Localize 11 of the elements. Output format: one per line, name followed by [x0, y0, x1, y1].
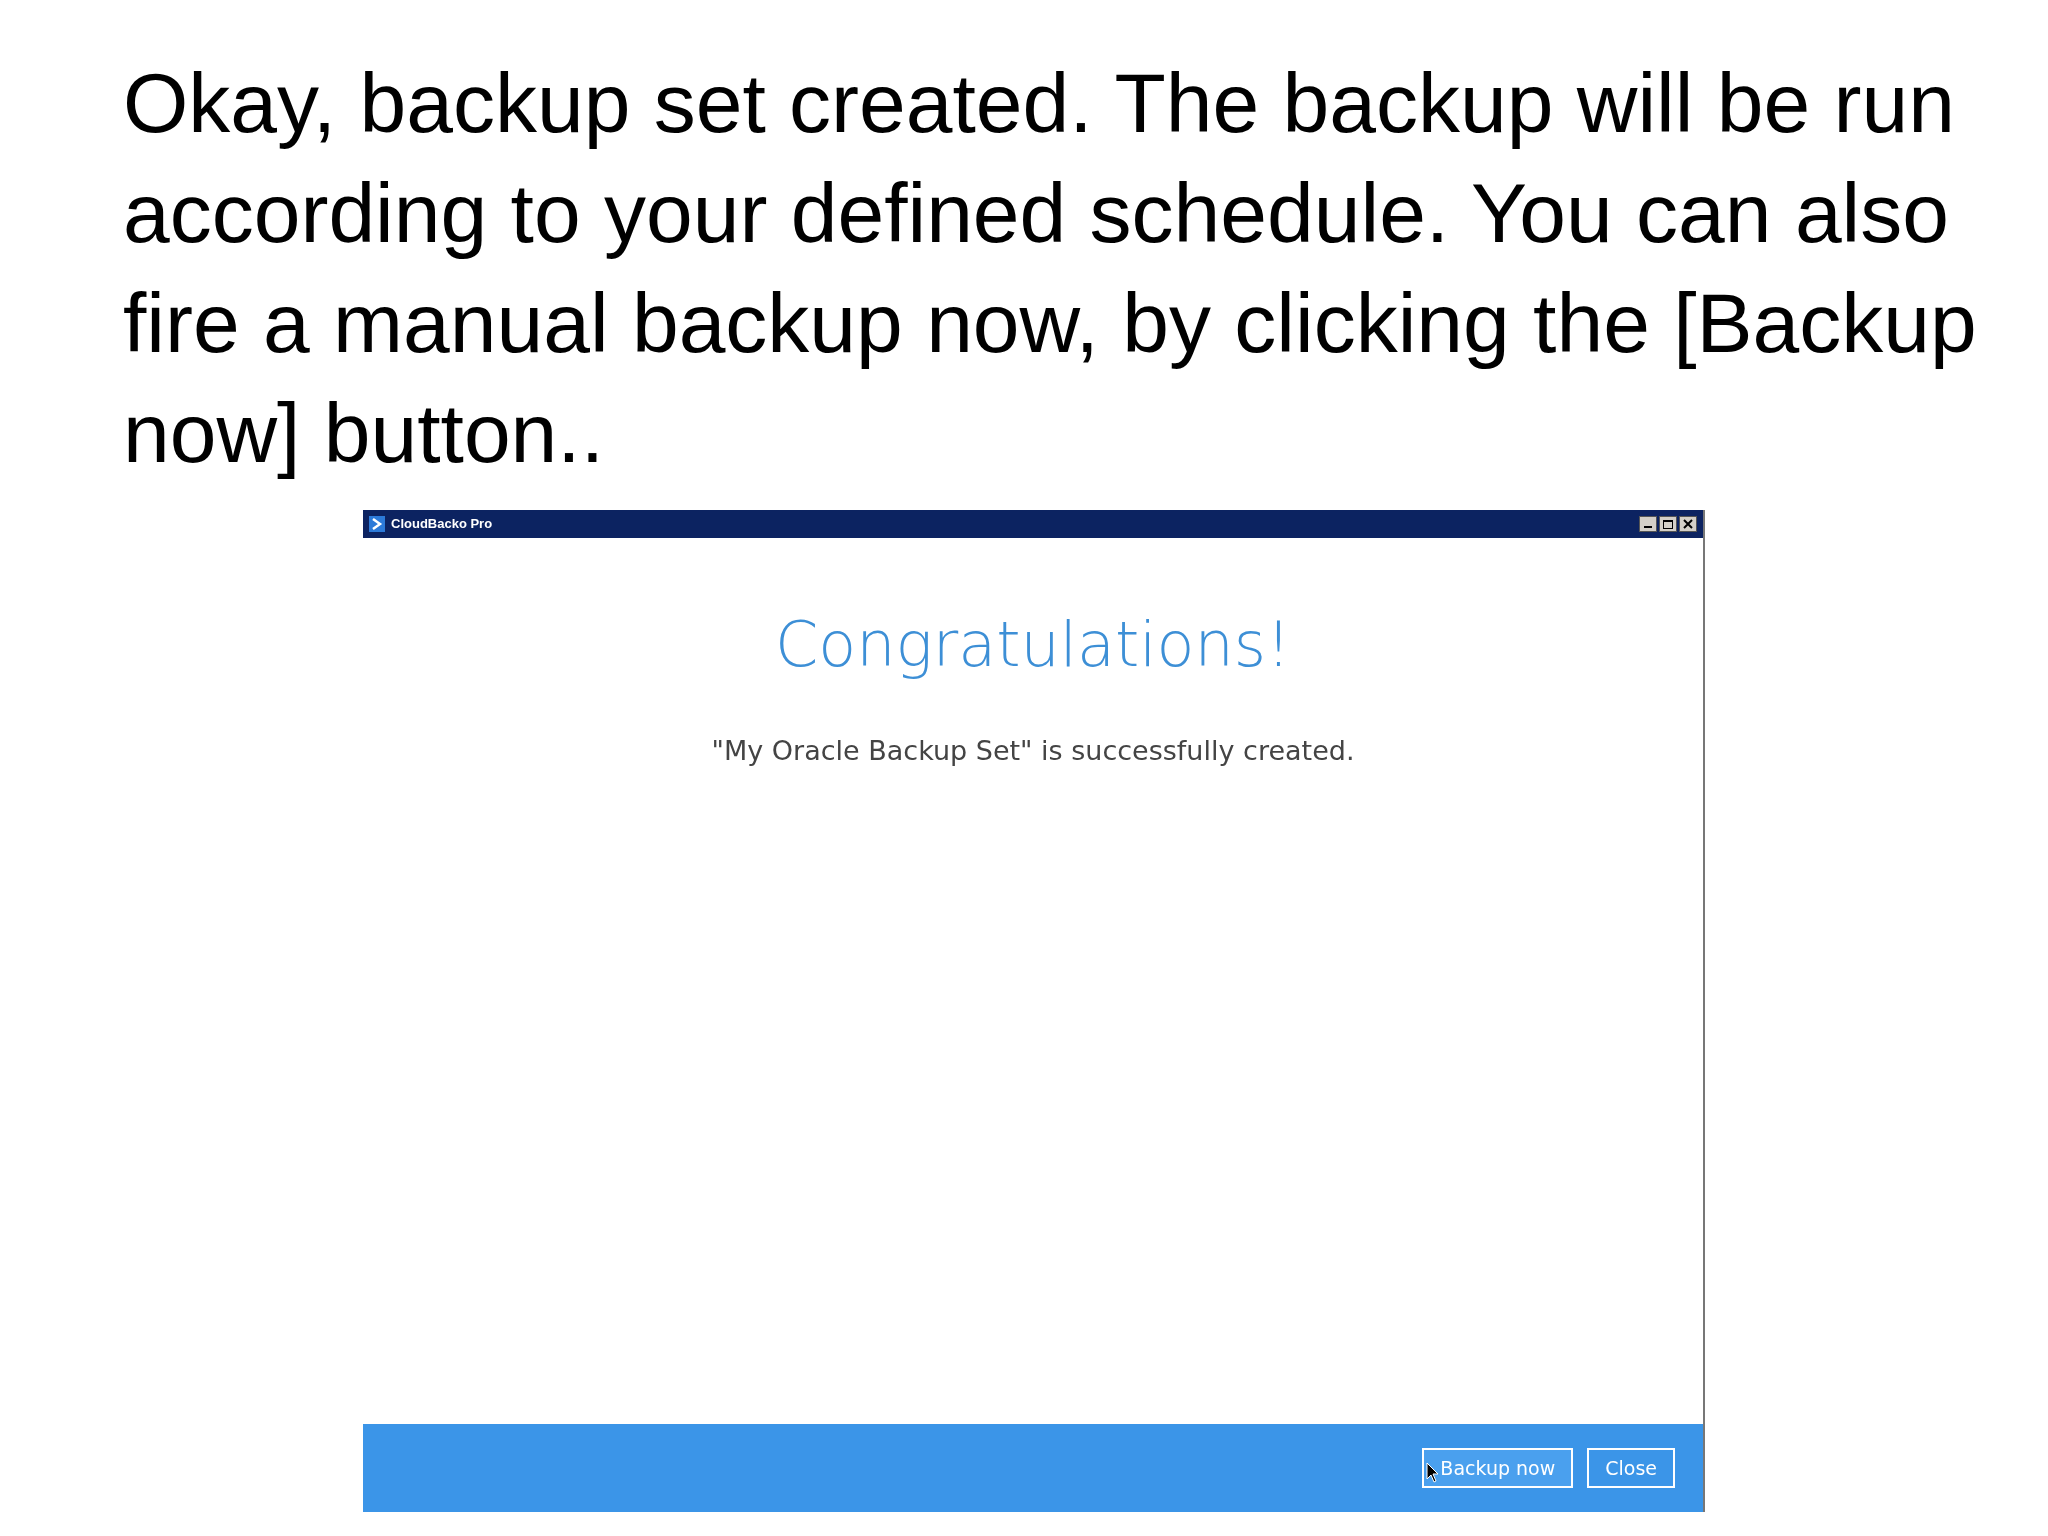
- slide-text: Okay, backup set created. The backup will be run according to your defined schedule. You can also fire a manual backup now, by clicking the [Backup now] button..: [123, 55, 1978, 482]
- maximize-button[interactable]: [1659, 516, 1677, 532]
- cursor-icon: [1426, 1462, 1441, 1484]
- app-logo-icon: [369, 516, 385, 532]
- minimize-button[interactable]: [1639, 516, 1657, 532]
- window-title: CloudBacko Pro: [391, 515, 493, 534]
- heading: Congratulations!: [775, 607, 1291, 683]
- close-button[interactable]: [1679, 516, 1697, 532]
- footer-button[interactable]: Backup now: [1422, 1448, 1574, 1488]
- success-message: "My Oracle Backup Set" is successfully created.: [711, 734, 1355, 768]
- footer-button[interactable]: Close: [1587, 1448, 1675, 1488]
